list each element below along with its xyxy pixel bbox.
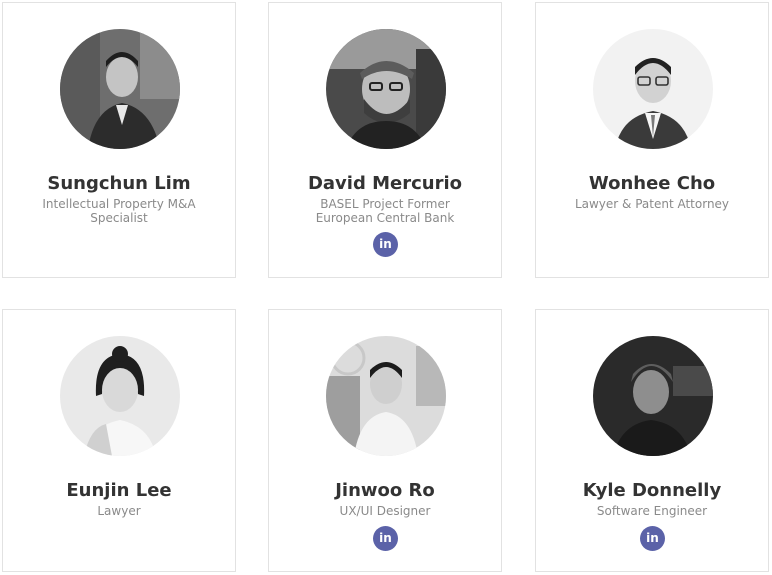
- member-role: UX/UI Designer: [339, 504, 431, 518]
- team-card-kyle-donnelly: Kyle Donnelly Software Engineer in: [535, 309, 769, 572]
- linkedin-icon[interactable]: in: [373, 526, 398, 551]
- team-card-sungchun-lim: Sungchun Lim Intellectual Property M&A S…: [2, 2, 236, 278]
- avatar: [60, 29, 180, 149]
- avatar: [593, 29, 713, 149]
- linkedin-icon[interactable]: in: [373, 232, 398, 257]
- member-name: Eunjin Lee: [66, 480, 172, 501]
- member-name: Sungchun Lim: [47, 173, 191, 194]
- member-name: Wonhee Cho: [588, 173, 716, 194]
- team-card-jinwoo-ro: Jinwoo Ro UX/UI Designer in: [268, 309, 502, 572]
- member-role: Lawyer & Patent Attorney: [574, 197, 730, 211]
- linkedin-icon[interactable]: in: [640, 526, 665, 551]
- member-role: Intellectual Property M&A Specialist: [42, 197, 196, 225]
- avatar: [326, 29, 446, 149]
- team-card-eunjin-lee: Eunjin Lee Lawyer: [2, 309, 236, 572]
- avatar: [326, 336, 446, 456]
- team-card-wonhee-cho: Wonhee Cho Lawyer & Patent Attorney: [535, 2, 769, 278]
- member-name: David Mercurio: [307, 173, 463, 194]
- member-role: Lawyer: [97, 504, 141, 518]
- avatar: [593, 336, 713, 456]
- avatar: [60, 336, 180, 456]
- member-name: Kyle Donnelly: [582, 480, 722, 501]
- member-role: BASEL Project Former European Central Ba…: [315, 197, 455, 225]
- team-grid: Sungchun Lim Intellectual Property M&A S…: [0, 0, 772, 575]
- member-role: Software Engineer: [596, 504, 708, 518]
- team-card-david-mercurio: David Mercurio BASEL Project Former Euro…: [268, 2, 502, 278]
- member-name: Jinwoo Ro: [335, 480, 435, 501]
